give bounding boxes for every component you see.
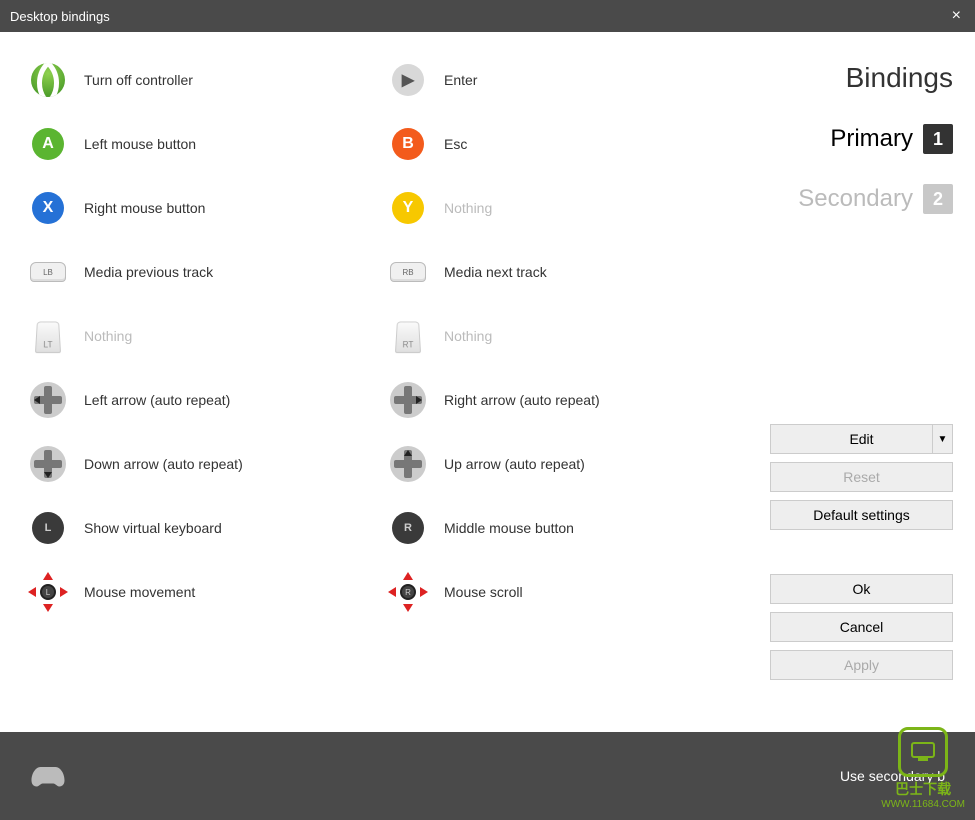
cancel-button[interactable]: Cancel [770, 612, 953, 642]
dpad-up-icon [390, 446, 426, 482]
binding-label: Nothing [84, 328, 132, 344]
binding-row-lt[interactable]: LT Nothing [30, 318, 390, 354]
default-settings-button[interactable]: Default settings [770, 500, 953, 530]
watermark-icon [898, 727, 948, 777]
binding-label: Turn off controller [84, 72, 193, 88]
tab-secondary-label: Secondary [798, 185, 913, 213]
binding-label: Up arrow (auto repeat) [444, 456, 585, 472]
binding-row-y[interactable]: Y Nothing [390, 190, 750, 226]
binding-label: Left arrow (auto repeat) [84, 392, 230, 408]
binding-label: Left mouse button [84, 136, 196, 152]
binding-label: Media next track [444, 264, 547, 280]
binding-row-dpad-right[interactable]: Right arrow (auto repeat) [390, 382, 750, 418]
close-icon[interactable]: × [948, 7, 965, 25]
apply-button-label: Apply [844, 657, 879, 673]
tab-secondary-num: 2 [923, 184, 953, 214]
xbox-icon [30, 62, 66, 98]
binding-label: Right mouse button [84, 200, 205, 216]
rs-icon: R [390, 510, 426, 546]
sidebar: Bindings Primary 1 Secondary 2 Edit ▼ Re… [770, 32, 975, 732]
rt-icon: RT [390, 318, 426, 354]
b-icon: B [390, 126, 426, 162]
apply-button[interactable]: Apply [770, 650, 953, 680]
reset-button[interactable]: Reset [770, 462, 953, 492]
watermark-text2: WWW.11684.COM [881, 799, 965, 810]
binding-row-dpad-up[interactable]: Up arrow (auto repeat) [390, 446, 750, 482]
edit-button-label: Edit [849, 431, 873, 447]
binding-label: Esc [444, 136, 467, 152]
binding-label: Media previous track [84, 264, 213, 280]
titlebar: Desktop bindings × [0, 0, 975, 32]
binding-row-lb[interactable]: LB Media previous track [30, 254, 390, 290]
sidebar-buttons: Edit ▼ Reset Default settings Ok Cancel … [770, 424, 953, 680]
edit-button[interactable]: Edit ▼ [770, 424, 953, 454]
binding-row-start[interactable]: ▶ Enter [390, 62, 750, 98]
lb-icon: LB [30, 254, 66, 290]
rs-move-icon: R [390, 574, 426, 610]
binding-label: Down arrow (auto repeat) [84, 456, 243, 472]
binding-row-xbox[interactable]: Turn off controller [30, 62, 390, 98]
ok-button[interactable]: Ok [770, 574, 953, 604]
default-settings-label: Default settings [813, 507, 910, 523]
controller-icon [30, 764, 66, 788]
sidebar-heading: Bindings [770, 62, 953, 94]
binding-label: Nothing [444, 328, 492, 344]
binding-row-b[interactable]: B Esc [390, 126, 750, 162]
binding-row-ls[interactable]: L Show virtual keyboard [30, 510, 390, 546]
binding-label: Right arrow (auto repeat) [444, 392, 600, 408]
rb-icon: RB [390, 254, 426, 290]
tab-primary[interactable]: Primary 1 [770, 124, 953, 154]
tab-primary-num: 1 [923, 124, 953, 154]
bindings-column-right: ▶ Enter B Esc Y Nothing RB Media next track RT No… [390, 62, 750, 712]
cancel-button-label: Cancel [840, 619, 884, 635]
start-icon: ▶ [390, 62, 426, 98]
binding-row-rs-move[interactable]: R Mouse scroll [390, 574, 750, 610]
x-icon: X [30, 190, 66, 226]
bindings-column-left: Turn off controller A Left mouse button X Ri… [30, 62, 390, 712]
binding-label: Mouse movement [84, 584, 195, 600]
ls-icon: L [30, 510, 66, 546]
footer: Use secondary b [0, 732, 975, 820]
watermark: 巴士下载 WWW.11684.COM [881, 727, 965, 810]
ls-move-icon: L [30, 574, 66, 610]
a-icon: A [30, 126, 66, 162]
binding-row-x[interactable]: X Right mouse button [30, 190, 390, 226]
tab-secondary[interactable]: Secondary 2 [770, 184, 953, 214]
lt-icon: LT [30, 318, 66, 354]
tab-primary-label: Primary [830, 125, 913, 153]
dpad-right-icon [390, 382, 426, 418]
binding-row-rb[interactable]: RB Media next track [390, 254, 750, 290]
binding-row-rs[interactable]: R Middle mouse button [390, 510, 750, 546]
binding-row-rt[interactable]: RT Nothing [390, 318, 750, 354]
binding-label: Show virtual keyboard [84, 520, 222, 536]
binding-label: Nothing [444, 200, 492, 216]
binding-row-dpad-left[interactable]: Left arrow (auto repeat) [30, 382, 390, 418]
binding-row-a[interactable]: A Left mouse button [30, 126, 390, 162]
ok-button-label: Ok [853, 581, 871, 597]
reset-button-label: Reset [843, 469, 880, 485]
binding-row-ls-move[interactable]: L Mouse movement [30, 574, 390, 610]
binding-row-dpad-down[interactable]: Down arrow (auto repeat) [30, 446, 390, 482]
dpad-left-icon [30, 382, 66, 418]
watermark-text1: 巴士下载 [881, 779, 965, 799]
main-content: Turn off controller A Left mouse button X Ri… [0, 32, 975, 732]
window-title: Desktop bindings [10, 9, 110, 24]
y-icon: Y [390, 190, 426, 226]
binding-label: Middle mouse button [444, 520, 574, 536]
edit-dropdown-icon[interactable]: ▼ [932, 425, 952, 453]
dpad-down-icon [30, 446, 66, 482]
binding-label: Enter [444, 72, 477, 88]
bindings-area: Turn off controller A Left mouse button X Ri… [0, 32, 770, 732]
binding-label: Mouse scroll [444, 584, 523, 600]
